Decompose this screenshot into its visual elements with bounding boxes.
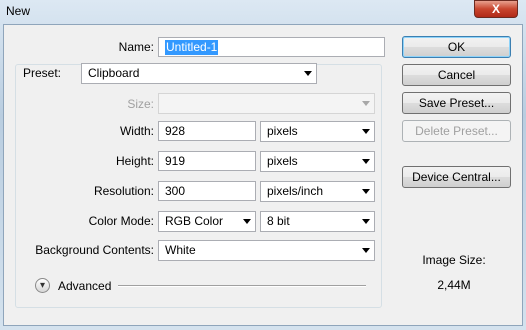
name-label: Name: (118, 40, 154, 54)
color-mode-select[interactable]: RGB Color (158, 211, 256, 232)
chevron-down-icon (362, 189, 370, 194)
color-mode-value: RGB Color (165, 214, 224, 228)
chevron-down-icon (243, 219, 251, 224)
chevron-down-icon (362, 159, 370, 164)
background-select[interactable]: White (158, 240, 375, 261)
device-central-button[interactable]: Device Central... (402, 166, 511, 188)
cancel-button[interactable]: Cancel (402, 64, 511, 86)
height-unit-value: pixels (267, 154, 298, 168)
width-input[interactable]: 928 (158, 121, 256, 141)
background-label: Background Contents: (35, 243, 154, 257)
preset-label: Preset: (20, 66, 65, 80)
chevron-down-icon (362, 101, 370, 106)
advanced-label[interactable]: Advanced (58, 279, 111, 293)
ok-button[interactable]: OK (402, 36, 511, 58)
close-button[interactable]: X (474, 0, 518, 18)
chevron-down-icon (362, 248, 370, 253)
preset-select[interactable]: Clipboard (81, 63, 317, 84)
title-bar[interactable]: New X (0, 0, 526, 24)
resolution-unit-select[interactable]: pixels/inch (260, 181, 375, 202)
width-unit-value: pixels (267, 124, 298, 138)
advanced-divider (118, 285, 366, 287)
resolution-label: Resolution: (93, 184, 154, 198)
delete-preset-button: Delete Preset... (402, 120, 511, 142)
height-label: Height: (115, 154, 154, 168)
width-unit-select[interactable]: pixels (260, 121, 375, 142)
color-mode-label: Color Mode: (88, 214, 154, 228)
name-input-value: Untitled-1 (165, 40, 219, 55)
bit-depth-value: 8 bit (267, 214, 290, 228)
size-label: Size: (127, 97, 154, 111)
width-label: Width: (119, 124, 154, 138)
preset-select-value: Clipboard (88, 66, 140, 80)
background-value: White (165, 243, 196, 257)
height-input[interactable]: 919 (158, 151, 256, 171)
chevron-down-icon (362, 129, 370, 134)
resolution-input[interactable]: 300 (158, 181, 256, 201)
size-select (158, 93, 375, 114)
chevron-down-icon (362, 219, 370, 224)
image-size-label: Image Size: (422, 253, 486, 267)
save-preset-button[interactable]: Save Preset... (402, 92, 511, 114)
resolution-unit-value: pixels/inch (267, 184, 324, 198)
height-unit-select[interactable]: pixels (260, 151, 375, 172)
window-title: New (6, 4, 31, 18)
image-size-value: 2,44M (437, 278, 471, 292)
name-input[interactable]: Untitled-1 (158, 37, 385, 57)
chevron-double-down-icon: ▾ (39, 280, 46, 291)
bit-depth-select[interactable]: 8 bit (260, 211, 375, 232)
close-icon: X (491, 2, 500, 16)
advanced-toggle-button[interactable]: ▾ (35, 278, 50, 293)
chevron-down-icon (304, 71, 312, 76)
